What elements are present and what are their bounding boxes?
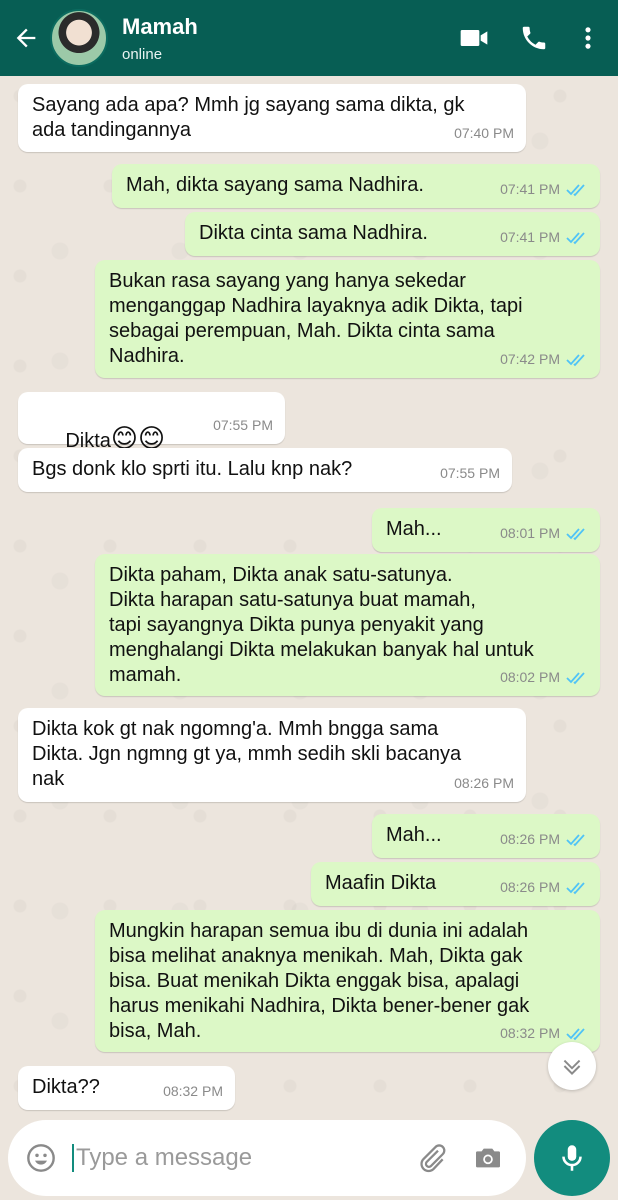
message-time: 08:01 PM [500,525,560,541]
scroll-to-bottom-button[interactable] [548,1042,596,1090]
text-cursor [72,1144,74,1172]
message-incoming[interactable]: Bgs donk klo sprti itu. Lalu knp nak? 07… [18,448,512,492]
message-text: Sayang ada apa? Mmh jg sayang sama dikta… [32,94,465,141]
contact-status: online [122,45,163,63]
video-call-icon [460,30,488,46]
message-text: Bgs donk klo sprti itu. Lalu knp nak? [32,458,353,480]
message-outgoing[interactable]: Mah... 08:01 PM [372,508,600,552]
message-time: 08:26 PM [500,879,560,895]
message-incoming[interactable]: Sayang ada apa? Mmh jg sayang sama dikta… [18,84,526,152]
message-outgoing[interactable]: Mah... 08:26 PM [372,814,600,858]
contact-info[interactable]: Mamah online [122,14,444,63]
chat-messages[interactable]: Sayang ada apa? Mmh jg sayang sama dikta… [0,76,618,1116]
double-check-icon [566,183,585,196]
message-incoming[interactable]: Dikta kok gt nak ngomng'a. Mmh bngga sam… [18,708,526,802]
message-outgoing[interactable]: Dikta paham, Dikta anak satu-satunya. Di… [95,554,600,696]
double-check-icon [566,1027,585,1040]
back-arrow-icon [16,28,36,48]
chat-header: Mamah online [0,0,618,76]
message-outgoing[interactable]: Mungkin harapan semua ibu di dunia ini a… [95,910,600,1052]
message-outgoing[interactable]: Mah, dikta sayang sama Nadhira. 07:41 PM [112,164,600,208]
emoji-icon [27,1144,55,1172]
message-incoming[interactable]: Dikta😊😊 07:55 PM [18,392,285,452]
message-time: 07:41 PM [500,181,560,197]
message-time: 08:26 PM [500,831,560,847]
mic-icon [562,1145,582,1171]
double-check-icon [566,231,585,244]
video-call-button[interactable] [444,0,504,76]
message-time: 07:41 PM [500,229,560,245]
voice-message-button[interactable] [534,1120,610,1196]
double-check-icon [566,353,585,366]
double-check-icon [566,833,585,846]
more-vert-icon [585,27,591,49]
message-time: 07:55 PM [213,417,273,433]
emoji-button[interactable] [10,1120,72,1196]
message-time: 08:02 PM [500,669,560,685]
contact-name: Mamah [122,13,198,39]
phone-icon [522,26,546,50]
message-composer [8,1120,526,1196]
message-outgoing[interactable]: Dikta cinta sama Nadhira. 07:41 PM [185,212,600,256]
camera-icon [476,1148,500,1168]
more-options-button[interactable] [564,0,612,76]
chevron-down-icon [563,1059,581,1075]
message-time: 08:32 PM [500,1025,560,1041]
message-text: Dikta kok gt nak ngomng'a. Mmh bngga sam… [32,718,462,790]
message-incoming[interactable]: Dikta?? 08:32 PM [18,1066,235,1110]
back-button[interactable] [2,0,50,76]
attach-button[interactable] [404,1120,460,1196]
camera-button[interactable] [460,1120,516,1196]
message-outgoing[interactable]: Maafin Dikta 08:26 PM [311,862,600,906]
contact-avatar[interactable] [50,9,108,67]
paperclip-icon [420,1144,446,1173]
message-outgoing[interactable]: Bukan rasa sayang yang hanya sekedar men… [95,260,600,378]
message-input[interactable] [76,1138,404,1178]
double-check-icon [566,527,585,540]
double-check-icon [566,881,585,894]
message-time: 07:55 PM [440,465,500,481]
message-time: 08:32 PM [163,1083,223,1099]
voice-call-button[interactable] [504,0,564,76]
double-check-icon [566,671,585,684]
message-time: 07:42 PM [500,351,560,367]
message-time: 08:26 PM [454,775,514,791]
message-time: 07:40 PM [454,125,514,141]
